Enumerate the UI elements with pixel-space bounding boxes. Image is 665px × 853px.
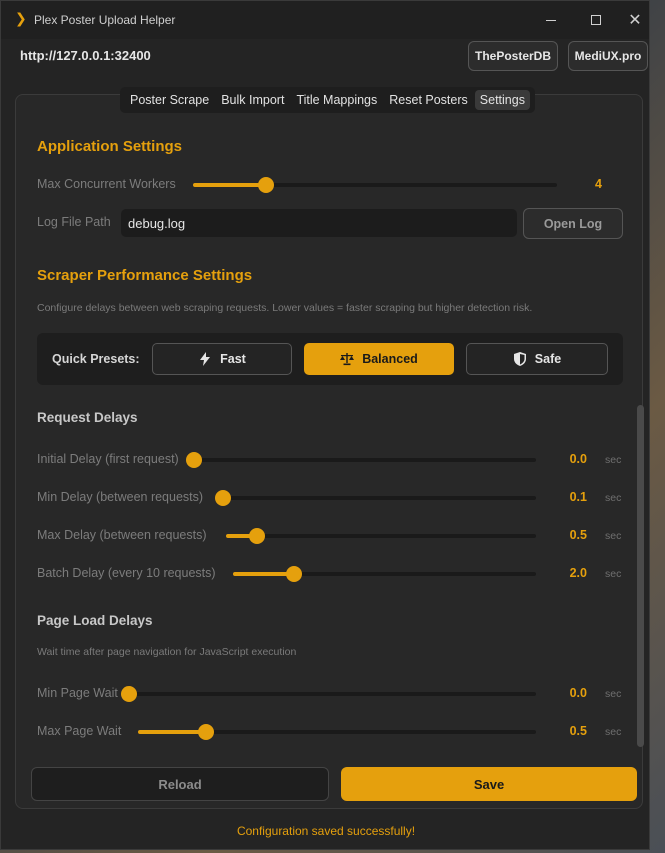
preset-safe-label: Safe [534,352,562,366]
min-page-wait-unit: sec [605,688,622,700]
save-button[interactable]: Save [341,767,637,801]
settings-scrollbar[interactable] [637,405,644,747]
max-page-wait-thumb[interactable] [197,724,214,740]
tab-settings[interactable]: Settings [474,90,530,110]
max-delay-slider[interactable] [226,528,536,544]
min-delay-label: Min Delay (between requests) [37,490,204,504]
plex-chevron-icon: ❯ [15,11,27,27]
max-delay-label: Max Delay (between requests) [37,528,207,542]
batch-delay-fill [233,572,294,576]
scraper-description: Configure delays between web scraping re… [37,302,533,314]
window-title: Plex Poster Upload Helper [34,13,176,27]
max-page-wait-unit: sec [605,726,622,738]
batch-delay-value: 2.0 [569,566,587,580]
preset-safe-button[interactable]: Safe [466,343,608,375]
server-url: http://127.0.0.1:32400 [20,48,151,63]
workers-label: Max Concurrent Workers [37,177,176,191]
min-page-wait-label: Min Page Wait [37,686,118,700]
minimize-icon [546,19,556,21]
min-delay-unit: sec [605,492,622,504]
log-path-input[interactable]: debug.log [121,209,517,237]
initial-delay-unit: sec [605,454,622,466]
app-window: ❯ Plex Poster Upload Helper ✕ http://127… [0,0,650,850]
max-page-wait-fill [138,730,206,734]
scraper-settings-heading: Scraper Performance Settings [37,267,253,284]
workers-slider-thumb[interactable] [257,177,274,193]
preset-balanced-label: Balanced [362,352,418,366]
batch-delay-unit: sec [605,568,622,580]
reload-button[interactable]: Reload [31,767,329,801]
max-page-wait-label: Max Page Wait [37,724,122,738]
log-path-label: Log File Path [37,215,111,229]
workers-value: 4 [595,177,602,191]
tab-reset-posters[interactable]: Reset Posters [384,90,473,110]
status-message: Configuration saved successfully! [236,824,416,838]
min-delay-value: 0.1 [569,490,587,504]
close-button[interactable]: ✕ [619,1,651,39]
maximize-icon [591,15,601,25]
page-load-delays-heading: Page Load Delays [37,613,153,628]
workers-slider[interactable] [193,177,557,193]
quick-presets-label: Quick Presets: [52,352,140,366]
min-page-wait-slider[interactable] [121,686,536,702]
initial-delay-slider[interactable] [186,452,536,468]
batch-delay-label: Batch Delay (every 10 requests) [37,566,216,580]
theposterdb-button[interactable]: ThePosterDB [468,41,558,71]
initial-delay-value: 0.0 [569,452,587,466]
max-page-wait-value: 0.5 [569,724,587,738]
tab-bulk-import[interactable]: Bulk Import [216,90,289,110]
min-delay-slider[interactable] [215,490,536,506]
min-delay-thumb[interactable] [215,490,231,506]
quick-presets-bar: Quick Presets: Fast Balanced Safe [37,333,623,385]
open-log-button[interactable]: Open Log [523,208,623,239]
min-page-wait-thumb[interactable] [121,686,137,702]
preset-balanced-button[interactable]: Balanced [304,343,454,375]
tab-poster-scrape[interactable]: Poster Scrape [125,90,214,110]
shield-icon [513,352,527,366]
max-page-wait-slider[interactable] [138,724,536,740]
preset-fast-label: Fast [220,352,246,366]
page-load-description: Wait time after page navigation for Java… [37,646,297,658]
lightning-icon [198,352,212,366]
max-delay-thumb[interactable] [249,528,265,544]
initial-delay-label: Initial Delay (first request) [37,452,179,466]
application-settings-heading: Application Settings [37,138,183,155]
preset-fast-button[interactable]: Fast [152,343,292,375]
title-bar: ❯ Plex Poster Upload Helper ✕ [1,1,649,39]
mediux-button[interactable]: MediUX.pro [568,41,648,71]
request-delays-heading: Request Delays [37,410,138,425]
max-delay-value: 0.5 [569,528,587,542]
balance-scale-icon [340,352,355,366]
batch-delay-slider[interactable] [233,566,536,582]
max-delay-unit: sec [605,530,622,542]
minimize-button[interactable] [528,1,574,39]
tab-title-mappings[interactable]: Title Mappings [291,90,382,110]
close-icon: ✕ [628,10,642,29]
min-page-wait-value: 0.0 [569,686,587,700]
workers-slider-fill [193,183,266,187]
tab-bar: Poster Scrape Bulk Import Title Mappings… [120,87,535,113]
maximize-button[interactable] [573,1,619,39]
initial-delay-thumb[interactable] [186,452,202,468]
batch-delay-thumb[interactable] [285,566,302,582]
